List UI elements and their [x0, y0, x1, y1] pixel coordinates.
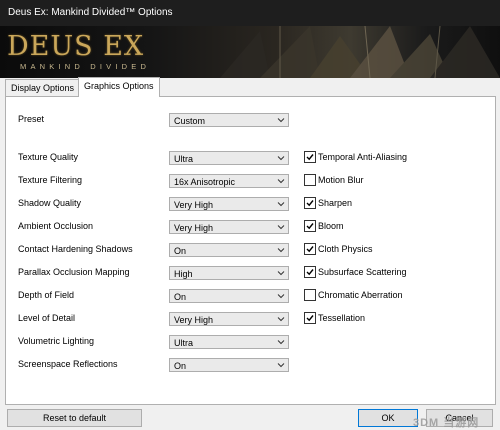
graphics-options-panel: Preset Custom Texture Quality Ultra Text… [5, 96, 496, 405]
checkmark-icon [306, 154, 314, 161]
chevron-down-icon [277, 340, 285, 345]
reset-to-default-button[interactable]: Reset to default [7, 409, 142, 427]
level-of-detail-label: Level of Detail [18, 313, 76, 323]
chromatic-aberration-label: Chromatic Aberration [318, 290, 403, 300]
deus-ex-logo: DEUS EX [7, 31, 145, 62]
screenspace-reflections-value: On [174, 361, 187, 371]
ambient-occlusion-value: Very High [174, 223, 214, 233]
preset-value: Custom [174, 116, 206, 126]
volumetric-lighting-label: Volumetric Lighting [18, 336, 95, 346]
temporal-anti-aliasing-label: Temporal Anti-Aliasing [318, 152, 408, 162]
checkmark-icon [306, 315, 314, 322]
tab-graphics-options[interactable]: Graphics Options [78, 77, 160, 97]
volumetric-lighting-dropdown[interactable]: Ultra [169, 335, 289, 349]
checkbox-box [304, 312, 316, 324]
texture-filtering-label: Texture Filtering [18, 175, 83, 185]
contact-hardening-shadows-dropdown[interactable]: On [169, 243, 289, 257]
chevron-down-icon [277, 271, 285, 276]
preset-dropdown[interactable]: Custom [169, 113, 289, 127]
window-title: Deus Ex: Mankind Divided™ Options [8, 7, 173, 18]
texture-filtering-value: 16x Anisotropic [174, 177, 236, 187]
texture-filtering-dropdown[interactable]: 16x Anisotropic [169, 174, 289, 188]
screenspace-reflections-dropdown[interactable]: On [169, 358, 289, 372]
ambient-occlusion-label: Ambient Occlusion [18, 221, 94, 231]
checkbox-box [304, 197, 316, 209]
chevron-down-icon [277, 118, 285, 123]
checkmark-icon [306, 269, 314, 276]
checkmark-icon [306, 200, 314, 207]
shadow-quality-value: Very High [174, 200, 214, 210]
subsurface-scattering-label: Subsurface Scattering [318, 267, 407, 277]
level-of-detail-value: Very High [174, 315, 214, 325]
parallax-occlusion-mapping-dropdown[interactable]: High [169, 266, 289, 280]
contact-hardening-shadows-value: On [174, 246, 187, 256]
tessellation-label: Tessellation [318, 313, 366, 323]
chevron-down-icon [277, 248, 285, 253]
contact-hardening-shadows-label: Contact Hardening Shadows [18, 244, 133, 254]
checkbox-box [304, 289, 316, 301]
ok-button[interactable]: OK [358, 409, 418, 427]
shadow-quality-label: Shadow Quality [18, 198, 82, 208]
chevron-down-icon [277, 225, 285, 230]
level-of-detail-dropdown[interactable]: Very High [169, 312, 289, 326]
chevron-down-icon [277, 294, 285, 299]
texture-quality-value: Ultra [174, 154, 194, 164]
banner-artwork [220, 26, 500, 78]
parallax-occlusion-mapping-label: Parallax Occlusion Mapping [18, 267, 130, 277]
chevron-down-icon [277, 156, 285, 161]
texture-quality-label: Texture Quality [18, 152, 79, 162]
chevron-down-icon [277, 363, 285, 368]
checkmark-icon [306, 223, 314, 230]
bloom-label: Bloom [318, 221, 344, 231]
watermark: 3DM 当游网 [413, 417, 480, 429]
depth-of-field-value: On [174, 292, 187, 302]
volumetric-lighting-value: Ultra [174, 338, 194, 348]
shadow-quality-dropdown[interactable]: Very High [169, 197, 289, 211]
parallax-occlusion-mapping-value: High [174, 269, 193, 279]
tab-display-options[interactable]: Display Options [5, 79, 81, 97]
depth-of-field-dropdown[interactable]: On [169, 289, 289, 303]
window-titlebar[interactable]: Deus Ex: Mankind Divided™ Options [0, 0, 500, 26]
cloth-physics-label: Cloth Physics [318, 244, 373, 254]
ambient-occlusion-dropdown[interactable]: Very High [169, 220, 289, 234]
sharpen-label: Sharpen [318, 198, 353, 208]
chevron-down-icon [277, 202, 285, 207]
checkbox-box [304, 151, 316, 163]
screenspace-reflections-label: Screenspace Reflections [18, 359, 118, 369]
checkbox-box [304, 220, 316, 232]
checkmark-icon [306, 246, 314, 253]
motion-blur-label: Motion Blur [318, 175, 364, 185]
checkbox-box [304, 266, 316, 278]
checkbox-box [304, 174, 316, 186]
checkbox-box [304, 243, 316, 255]
preset-label: Preset [18, 114, 45, 124]
mankind-divided-logo-text: MANKIND DIVIDED [20, 62, 151, 71]
depth-of-field-label: Depth of Field [18, 290, 75, 300]
texture-quality-dropdown[interactable]: Ultra [169, 151, 289, 165]
chevron-down-icon [277, 317, 285, 322]
chevron-down-icon [277, 179, 285, 184]
